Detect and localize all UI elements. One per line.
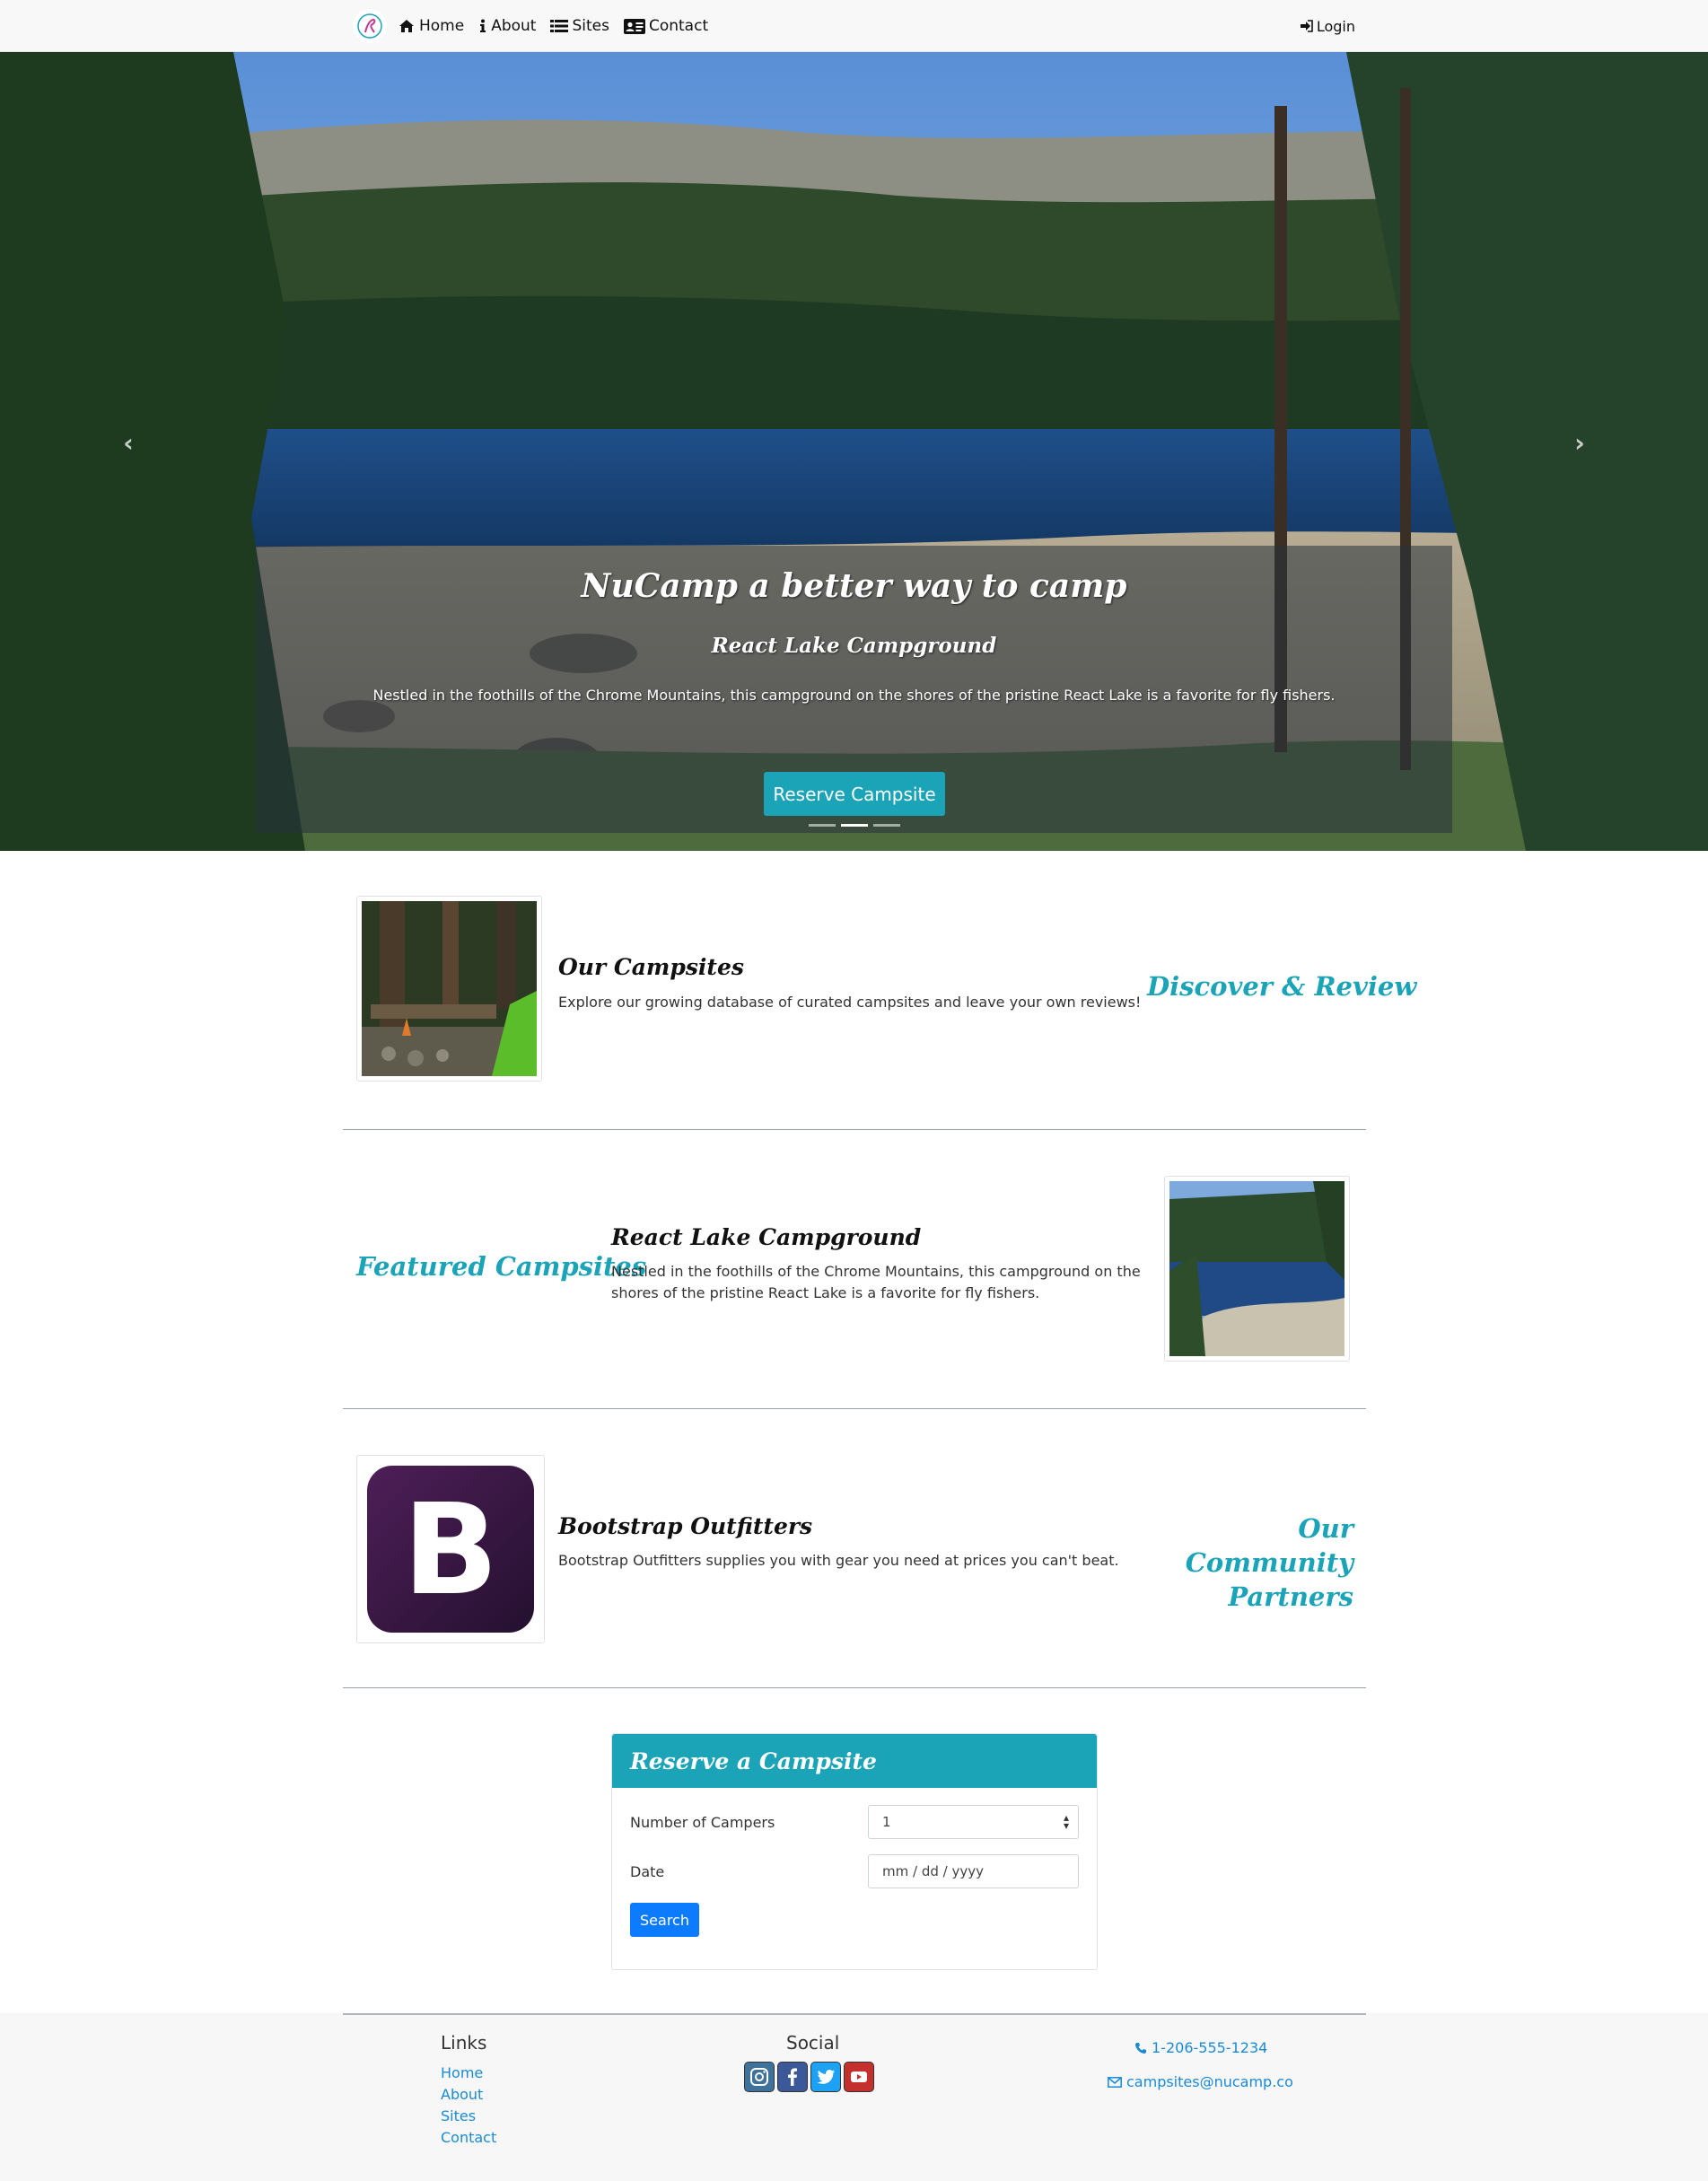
- search-button[interactable]: Search: [630, 1903, 699, 1937]
- section-divider: [343, 1129, 1366, 1130]
- section-side-discover: Discover & Review: [1147, 971, 1417, 1002]
- info-icon: [478, 18, 487, 34]
- nav-sites-label: Sites: [572, 17, 609, 35]
- hero-title: NuCamp a better way to camp: [581, 567, 1127, 605]
- navbar: Home About Sites Contact Login: [0, 0, 1708, 52]
- section-title-partners: Bootstrap Outfitters: [558, 1513, 813, 1539]
- campers-select[interactable]: 1 ▴ ▾: [868, 1805, 1079, 1839]
- lake-thumbnail-image: [1169, 1181, 1345, 1356]
- footer-social-title: Social: [786, 2032, 840, 2054]
- bootstrap-logo-icon: B: [367, 1466, 534, 1633]
- section-side-featured: Featured Campsites: [356, 1251, 647, 1282]
- section-side-partners: Our Community Partners: [1167, 1511, 1353, 1614]
- nav-contact[interactable]: Contact: [623, 17, 709, 35]
- footer-links-title: Links: [441, 2032, 487, 2054]
- chevron-right-icon: ›: [1574, 427, 1585, 458]
- reserve-campsite-button[interactable]: Reserve Campsite: [764, 772, 945, 816]
- footer-link-sites[interactable]: Sites: [441, 2107, 476, 2124]
- footer-email[interactable]: campsites@nucamp.co: [1108, 2073, 1293, 2090]
- envelope-icon: [1108, 2076, 1122, 2088]
- campers-select-value: 1: [882, 1814, 891, 1830]
- sign-in-icon: [1300, 20, 1313, 32]
- phone-icon: [1134, 2042, 1147, 2054]
- section-text-campsites: Explore our growing database of curated …: [558, 994, 1142, 1011]
- nav-home[interactable]: Home: [398, 17, 464, 35]
- campers-label: Number of Campers: [630, 1814, 775, 1831]
- footer: Links Home About Sites Contact Social 1-…: [0, 2013, 1708, 2181]
- youtube-icon[interactable]: [844, 2062, 874, 2092]
- social-icons: [744, 2062, 874, 2092]
- section-text-featured: Nestled in the foothills of the Chrome M…: [611, 1261, 1141, 1304]
- address-card-icon: [623, 18, 645, 34]
- carousel-indicator-active[interactable]: [840, 824, 868, 827]
- twitter-icon[interactable]: [810, 2062, 841, 2092]
- date-input[interactable]: mm / dd / yyyy: [868, 1854, 1079, 1888]
- footer-link-home[interactable]: Home: [441, 2064, 483, 2081]
- footer-divider: [343, 2013, 1366, 2015]
- date-input-placeholder: mm / dd / yyyy: [882, 1863, 984, 1879]
- section-side-partners-line: Our Community: [1185, 1513, 1353, 1578]
- carousel-indicators: [0, 824, 1708, 827]
- footer-phone[interactable]: 1-206-555-1234: [1134, 2039, 1267, 2056]
- nav-about-label: About: [491, 17, 537, 35]
- bootstrap-logo-letter: B: [403, 1477, 499, 1624]
- section-title-campsites: Our Campsites: [558, 954, 744, 980]
- hero-text: Nestled in the foothills of the Chrome M…: [372, 687, 1336, 704]
- date-label: Date: [630, 1863, 665, 1880]
- featured-thumbnail: [1164, 1176, 1350, 1362]
- section-side-partners-line: Partners: [1228, 1581, 1353, 1612]
- navbar-inner: Home About Sites Contact Login: [353, 0, 1355, 52]
- login-button[interactable]: Login: [1300, 0, 1355, 52]
- carousel-indicator[interactable]: [808, 824, 836, 827]
- partner-logo-thumbnail: B: [356, 1455, 545, 1643]
- section-divider: [343, 1687, 1366, 1688]
- nav-about[interactable]: About: [478, 17, 536, 35]
- brand-logo[interactable]: [353, 9, 387, 43]
- reserve-campsite-card: Reserve a Campsite Number of Campers 1 ▴…: [611, 1733, 1098, 1970]
- nav-sites[interactable]: Sites: [550, 17, 609, 35]
- login-label: Login: [1316, 17, 1355, 35]
- facebook-icon[interactable]: [777, 2062, 808, 2092]
- footer-email-address: campsites@nucamp.co: [1126, 2073, 1293, 2090]
- list-icon: [550, 18, 569, 34]
- campfire-image: [362, 901, 537, 1076]
- footer-link-about[interactable]: About: [441, 2086, 483, 2103]
- carousel-caption: NuCamp a better way to camp React Lake C…: [256, 546, 1452, 833]
- home-icon: [398, 18, 416, 34]
- section-divider: [343, 1408, 1366, 1409]
- instagram-icon[interactable]: [744, 2062, 775, 2092]
- nucamp-logo-icon: [357, 13, 382, 39]
- carousel-prev-button[interactable]: ‹: [115, 427, 142, 458]
- carousel-indicator[interactable]: [872, 824, 900, 827]
- section-text-featured-line: Nestled in the foothills of the Chrome M…: [611, 1263, 1141, 1280]
- nav-contact-label: Contact: [648, 17, 709, 35]
- reserve-card-header: Reserve a Campsite: [612, 1734, 1097, 1788]
- footer-link-contact[interactable]: Contact: [441, 2129, 496, 2146]
- footer-phone-number: 1-206-555-1234: [1152, 2039, 1268, 2056]
- section-text-partners: Bootstrap Outfitters supplies you with g…: [558, 1552, 1119, 1569]
- nav-home-label: Home: [419, 17, 465, 35]
- chevron-left-icon: ‹: [123, 427, 134, 458]
- carousel-next-button[interactable]: ›: [1566, 427, 1593, 458]
- section-title-featured: React Lake Campground: [611, 1224, 922, 1250]
- select-caret-icon: ▴ ▾: [1063, 1811, 1069, 1832]
- hero-carousel: ‹ › NuCamp a better way to camp React La…: [0, 52, 1708, 851]
- hero-subtitle: React Lake Campground: [711, 634, 997, 658]
- campsite-thumbnail: [356, 896, 542, 1082]
- section-text-featured-line: shores of the pristine React Lake is a f…: [611, 1284, 1040, 1301]
